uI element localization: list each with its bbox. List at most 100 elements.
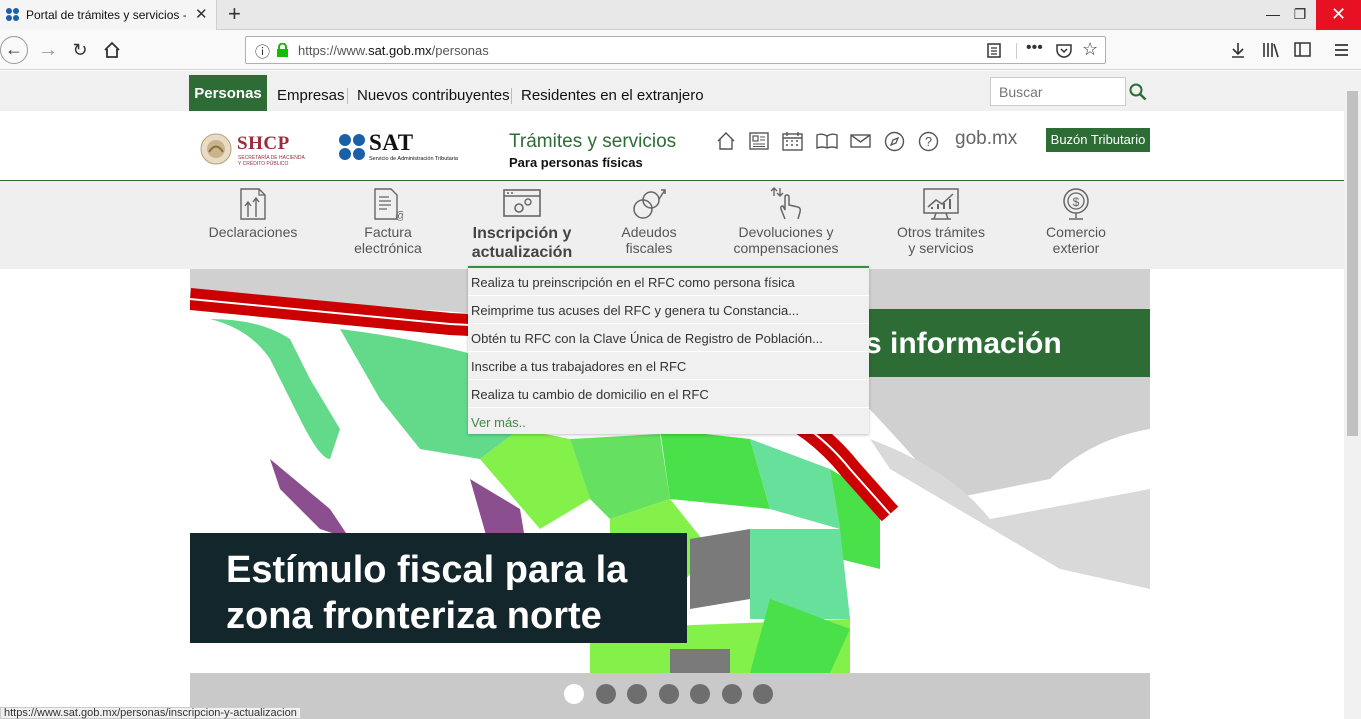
- menu-inscripcion-actualizacion[interactable]: Inscripción y actualización: [463, 187, 581, 262]
- menu-label: Comercio: [1046, 224, 1106, 240]
- hero-title-line-1: Estímulo fiscal para la: [226, 549, 628, 591]
- carousel-dot[interactable]: [753, 684, 773, 704]
- menu-label: exterior: [1052, 240, 1100, 256]
- page-actions-icon[interactable]: •••: [1026, 39, 1043, 57]
- pocket-icon[interactable]: [1056, 43, 1072, 58]
- carousel-dot[interactable]: [627, 684, 647, 704]
- menu-label: compensaciones: [733, 240, 839, 256]
- factura-icon: @: [374, 188, 403, 221]
- page-viewport: Personas Empresas Nuevos contribuyentes …: [0, 71, 1344, 719]
- dropdown-item[interactable]: Realiza tu preinscripción en el RFC como…: [468, 268, 869, 296]
- menu-devoluciones-compensaciones[interactable]: Devoluciones y compensaciones: [728, 187, 844, 256]
- svg-text:@: @: [395, 210, 403, 221]
- search-icon[interactable]: [1129, 83, 1147, 101]
- declaraciones-icon: [240, 188, 266, 220]
- otros-tramites-icon: [923, 188, 959, 220]
- window-close-button[interactable]: ✕: [1316, 0, 1361, 30]
- new-tab-button[interactable]: +: [228, 1, 241, 27]
- svg-text:?: ?: [925, 134, 932, 149]
- nav-nuevos-contribuyentes[interactable]: Nuevos contribuyentes: [357, 87, 510, 104]
- library-icon[interactable]: [1262, 42, 1280, 58]
- sidebar-icon[interactable]: [1294, 42, 1311, 57]
- scrollbar-thumb[interactable]: [1347, 91, 1358, 436]
- mexico-seal-icon: [200, 133, 232, 165]
- minimize-button[interactable]: —: [1258, 0, 1288, 30]
- dropdown-item[interactable]: Obtén tu RFC con la Clave Única de Regis…: [468, 324, 869, 352]
- downloads-icon[interactable]: [1230, 42, 1246, 58]
- carousel-dot[interactable]: [596, 684, 616, 704]
- carousel-dot[interactable]: [690, 684, 710, 704]
- nav-residentes-extranjero[interactable]: Residentes en el extranjero: [521, 87, 704, 104]
- menu-label: actualización: [471, 244, 573, 261]
- buzon-tributario-button[interactable]: Buzón Tributario: [1046, 128, 1150, 152]
- menu-label: Factura: [364, 224, 412, 240]
- sat-logo[interactable]: SAT Servicio de Administración Tributari…: [338, 130, 483, 165]
- menu-adeudos-fiscales[interactable]: Adeudos fiscales: [610, 187, 688, 256]
- dropdown-ver-mas-link[interactable]: Ver más..: [468, 408, 869, 436]
- menu-hamburger-icon[interactable]: [1334, 43, 1349, 57]
- dropdown-item[interactable]: Inscribe a tus trabajadores en el RFC: [468, 352, 869, 380]
- menu-factura-electronica[interactable]: @ Factura electrónica: [343, 187, 433, 256]
- tramites-subtitle: Para personas físicas: [509, 155, 643, 170]
- dropdown-item[interactable]: Reimprime tus acuses del RFC y genera tu…: [468, 296, 869, 324]
- menu-label: y servicios: [908, 240, 974, 256]
- reload-button[interactable]: ↻: [66, 37, 94, 63]
- carousel-pagination: [190, 673, 1150, 719]
- browser-nav-bar: ← → ↻ ⓘ https://www.sat.gob.mx/personas …: [0, 30, 1361, 70]
- tab-close-icon[interactable]: ✕: [195, 5, 208, 23]
- search-input[interactable]: [990, 77, 1126, 106]
- calendar-icon[interactable]: [782, 131, 803, 151]
- hero-title-box: Estímulo fiscal para la zona fronteriza …: [190, 533, 687, 643]
- top-navigation: Personas Empresas Nuevos contribuyentes …: [0, 71, 1344, 111]
- sat-logo-icon: [339, 134, 365, 160]
- shcp-logo[interactable]: SHCP SECRETARÍA DE HACIENDA Y CRÉDITO PÚ…: [200, 133, 320, 169]
- hero-title-line-2: zona fronteriza norte: [226, 595, 602, 637]
- comercio-exterior-icon: $: [1063, 188, 1089, 220]
- bookmark-star-icon[interactable]: ☆: [1082, 39, 1098, 60]
- banner-text: s información: [865, 327, 1062, 360]
- carousel-dot[interactable]: [722, 684, 742, 704]
- nav-empresas[interactable]: Empresas: [277, 87, 345, 104]
- sat-title: SAT: [369, 130, 414, 155]
- forward-button[interactable]: →: [34, 37, 62, 63]
- adeudos-icon: [633, 189, 666, 219]
- status-bar-url: https://www.sat.gob.mx/personas/inscripc…: [0, 707, 301, 719]
- browser-tab[interactable]: Portal de trámites y servicios - S ✕: [0, 0, 217, 30]
- menu-label: Adeudos: [621, 224, 677, 240]
- carousel-dot[interactable]: [564, 684, 584, 704]
- home-icon[interactable]: [716, 131, 736, 151]
- compass-icon[interactable]: [884, 131, 905, 152]
- mail-icon[interactable]: [850, 134, 871, 148]
- main-menu: Declaraciones @ Factura electrónica Insc…: [0, 181, 1344, 269]
- back-button[interactable]: ←: [0, 36, 28, 64]
- menu-label: electrónica: [354, 240, 422, 256]
- reader-view-icon[interactable]: [987, 43, 1001, 58]
- address-bar[interactable]: ⓘ https://www.sat.gob.mx/personas ••• ☆: [245, 36, 1106, 64]
- menu-comercio-exterior[interactable]: $ Comercio exterior: [1036, 187, 1116, 256]
- menu-declaraciones[interactable]: Declaraciones: [203, 187, 303, 240]
- shcp-title: SHCP: [237, 133, 290, 154]
- carousel-dot[interactable]: [659, 684, 679, 704]
- home-button[interactable]: [98, 37, 126, 63]
- inscripcion-dropdown-menu: Realiza tu preinscripción en el RFC como…: [468, 266, 869, 434]
- menu-label: Declaraciones: [208, 224, 298, 240]
- page-scrollbar[interactable]: [1344, 71, 1361, 719]
- info-icon[interactable]: ⓘ: [255, 41, 270, 62]
- book-icon[interactable]: [816, 133, 838, 149]
- inscripcion-icon: [503, 189, 541, 217]
- hero-title: Estímulo fiscal para la zona fronteriza …: [226, 547, 627, 639]
- menu-otros-tramites[interactable]: Otros trámites y servicios: [884, 187, 998, 256]
- newspaper-icon[interactable]: [749, 132, 769, 150]
- tab-title: Portal de trámites y servicios - S: [26, 8, 186, 22]
- url-text[interactable]: https://www.sat.gob.mx/personas: [298, 43, 489, 58]
- menu-label: Inscripción y: [472, 225, 572, 242]
- dropdown-item[interactable]: Realiza tu cambio de domicilio en el RFC: [468, 380, 869, 408]
- help-icon[interactable]: ?: [918, 131, 939, 152]
- home-icon: [104, 41, 120, 58]
- sat-favicon-icon: [6, 8, 19, 21]
- maximize-button[interactable]: ❐: [1285, 0, 1315, 30]
- gobmx-link[interactable]: gob.mx: [955, 128, 1017, 150]
- nav-personas[interactable]: Personas: [189, 75, 267, 111]
- lock-icon: [277, 43, 288, 57]
- sat-subtitle: Servicio de Administración Tributaria: [369, 156, 458, 162]
